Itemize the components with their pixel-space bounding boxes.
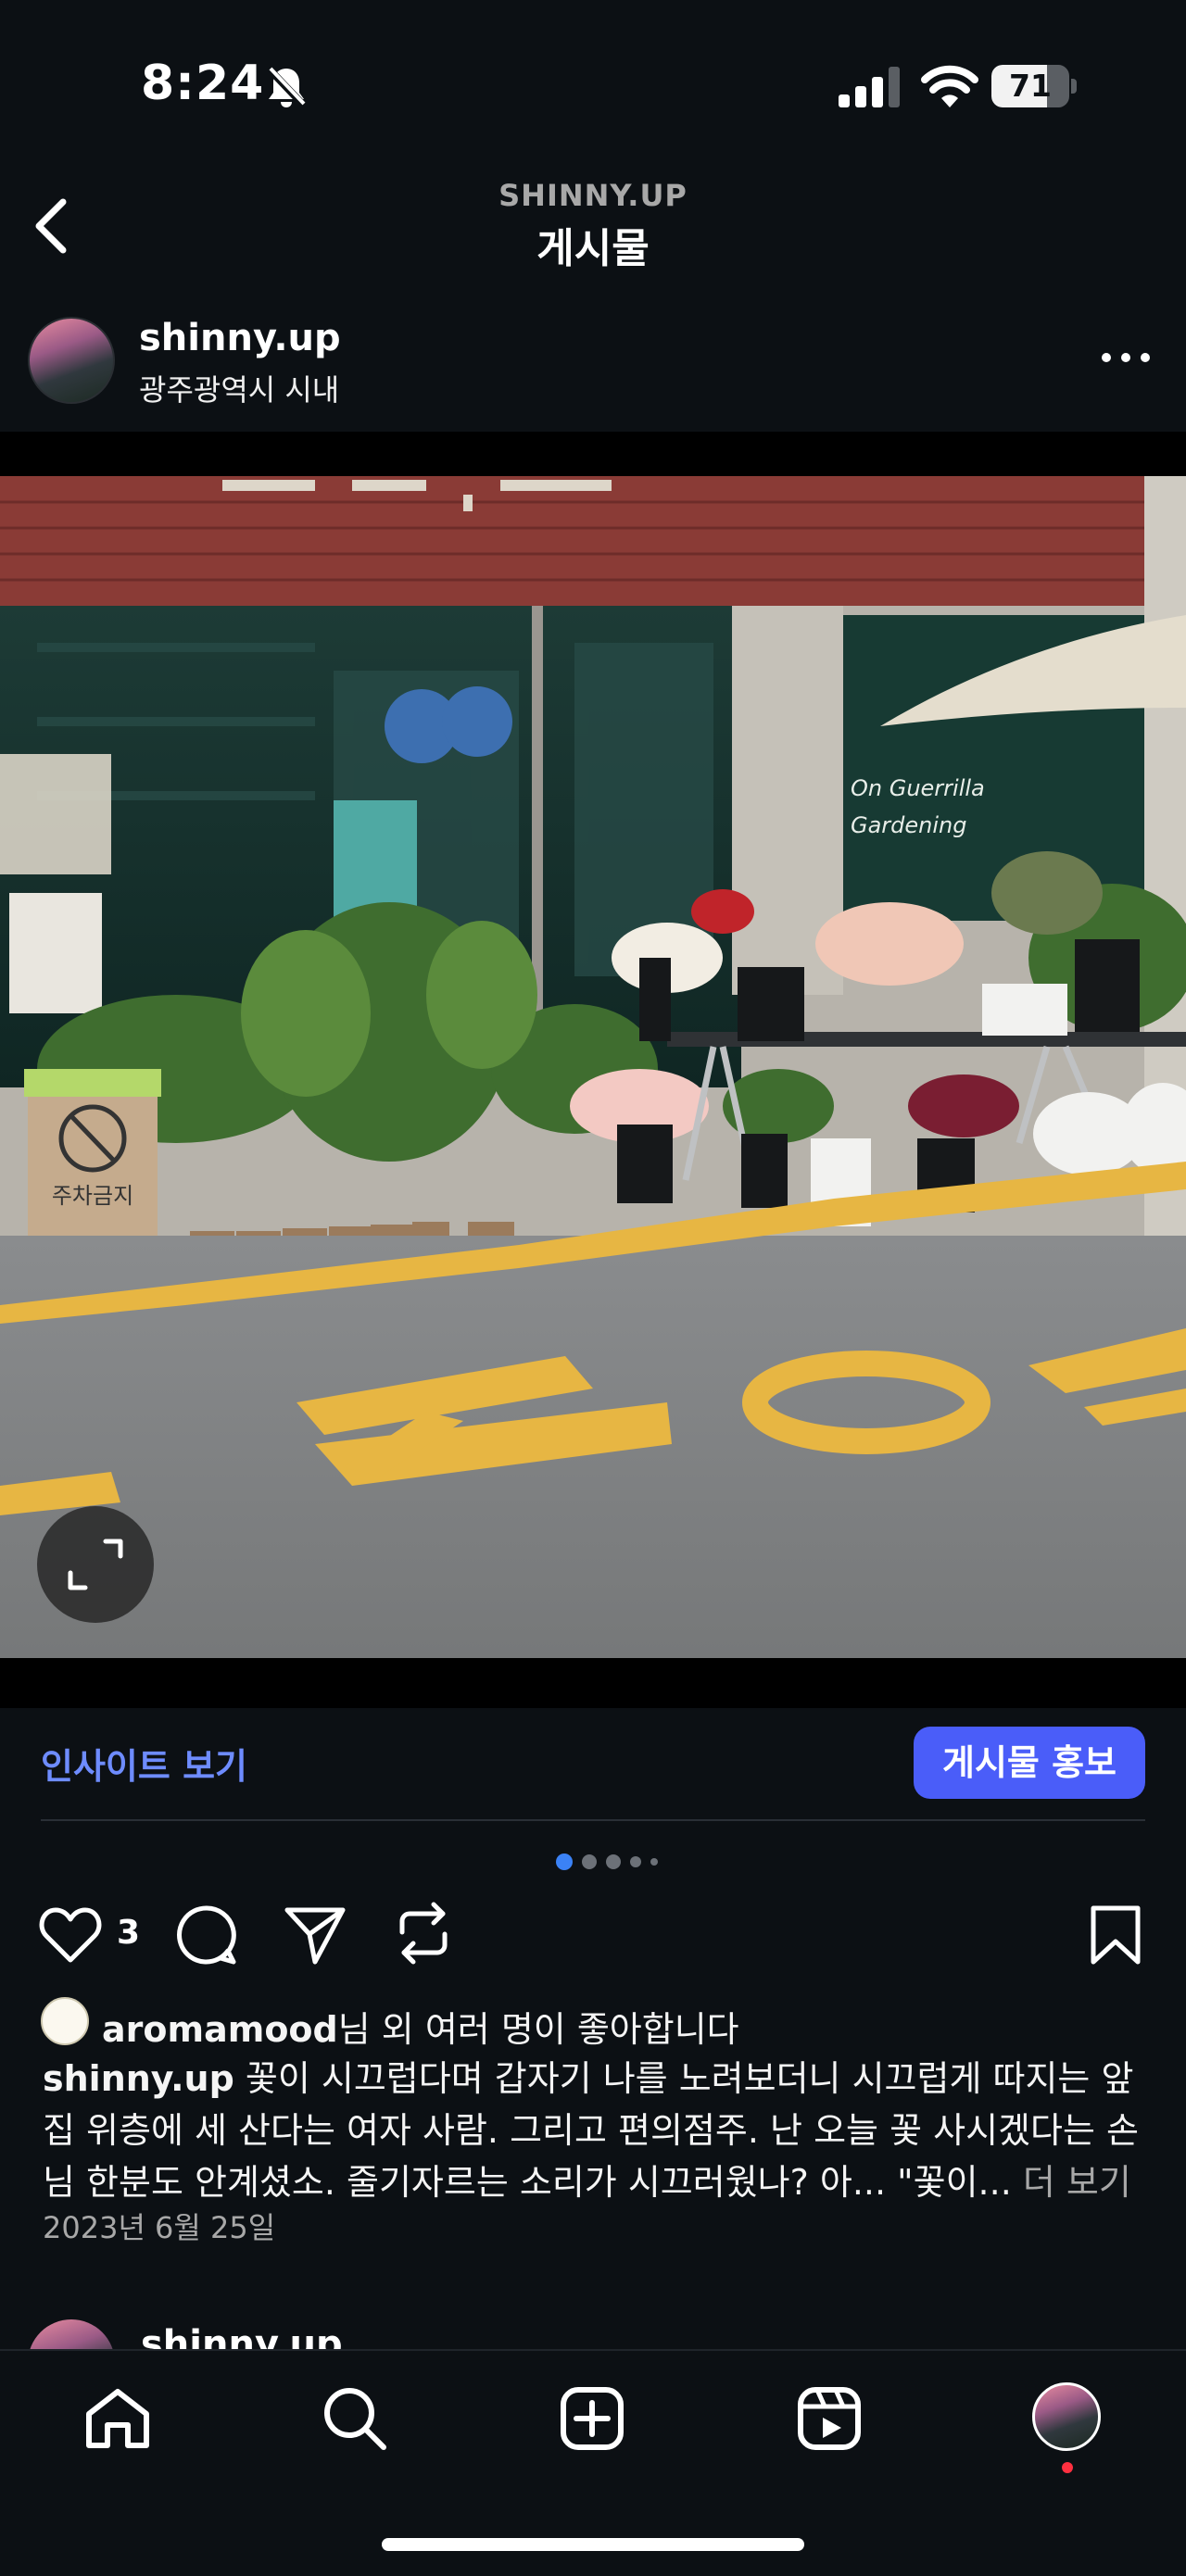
caption-more-link[interactable]: 더 보기: [1023, 2162, 1131, 2203]
reels-icon[interactable]: [797, 2386, 862, 2451]
carousel-dot: [556, 1853, 573, 1870]
liked-by-avatar[interactable]: [41, 1997, 89, 2045]
battery-icon: 71: [991, 65, 1077, 107]
carousel-dot: [630, 1856, 641, 1867]
heart-icon[interactable]: [39, 1906, 102, 1964]
svg-text:On Guerrilla: On Guerrilla: [851, 775, 985, 801]
signal-icon: [839, 67, 900, 107]
bell-off-icon: [266, 66, 307, 108]
carousel-indicator: [556, 1853, 686, 1871]
notification-dot: [1062, 2462, 1073, 2473]
repost-icon[interactable]: [393, 1901, 454, 1966]
chevron-left-icon[interactable]: [26, 195, 78, 258]
post-photo[interactable]: On Guerrilla Gardening 주차금지: [0, 476, 1186, 1658]
home-icon[interactable]: [83, 2386, 152, 2451]
create-icon[interactable]: [560, 2386, 625, 2451]
profile-avatar[interactable]: [1032, 2382, 1101, 2451]
post-caption: shinny.up 꽃이 시끄럽다며 갑자기 나를 노려보더니 시끄럽게 따지는…: [43, 2053, 1151, 2208]
post-date: 2023년 6월 25일: [43, 2210, 276, 2245]
author-avatar[interactable]: [28, 317, 115, 404]
divider: [41, 1819, 1145, 1821]
liked-by-text[interactable]: aromamood님 외 여러 명이 좋아합니다: [102, 2001, 739, 2052]
view-insights-link[interactable]: 인사이트 보기: [41, 1738, 247, 1789]
search-icon[interactable]: [321, 2384, 389, 2453]
svg-text:Gardening: Gardening: [851, 812, 967, 838]
no-parking-sign-text: 주차금지: [52, 1183, 133, 1209]
comment-icon[interactable]: [176, 1904, 237, 1966]
expand-icon[interactable]: [37, 1506, 154, 1623]
carousel-dot: [650, 1858, 658, 1866]
bookmark-icon[interactable]: [1090, 1904, 1142, 1966]
like-count[interactable]: 3: [117, 1914, 140, 1952]
header-username: SHINNY.UP: [498, 178, 688, 213]
liked-by-user[interactable]: aromamood: [102, 2009, 338, 2050]
status-time: 8:24: [141, 56, 265, 111]
battery-percent: 71: [1009, 68, 1052, 104]
wifi-icon: [921, 65, 978, 107]
carousel-dot: [606, 1854, 621, 1869]
ellipsis-icon[interactable]: [1095, 341, 1156, 374]
carousel-dot: [582, 1854, 597, 1869]
home-indicator[interactable]: [382, 2538, 804, 2551]
page-title: 게시물: [536, 225, 650, 272]
promote-post-button[interactable]: 게시물 홍보: [914, 1727, 1145, 1799]
author-username[interactable]: shinny.up: [139, 317, 341, 359]
storefront-photo: On Guerrilla Gardening 주차금지: [0, 476, 1186, 1658]
author-location[interactable]: 광주광역시 시내: [139, 367, 339, 409]
caption-username[interactable]: shinny.up: [43, 2058, 234, 2099]
liked-by-suffix: 님 외 여러 명이 좋아합니다: [337, 2009, 739, 2050]
share-icon[interactable]: [284, 1904, 347, 1966]
